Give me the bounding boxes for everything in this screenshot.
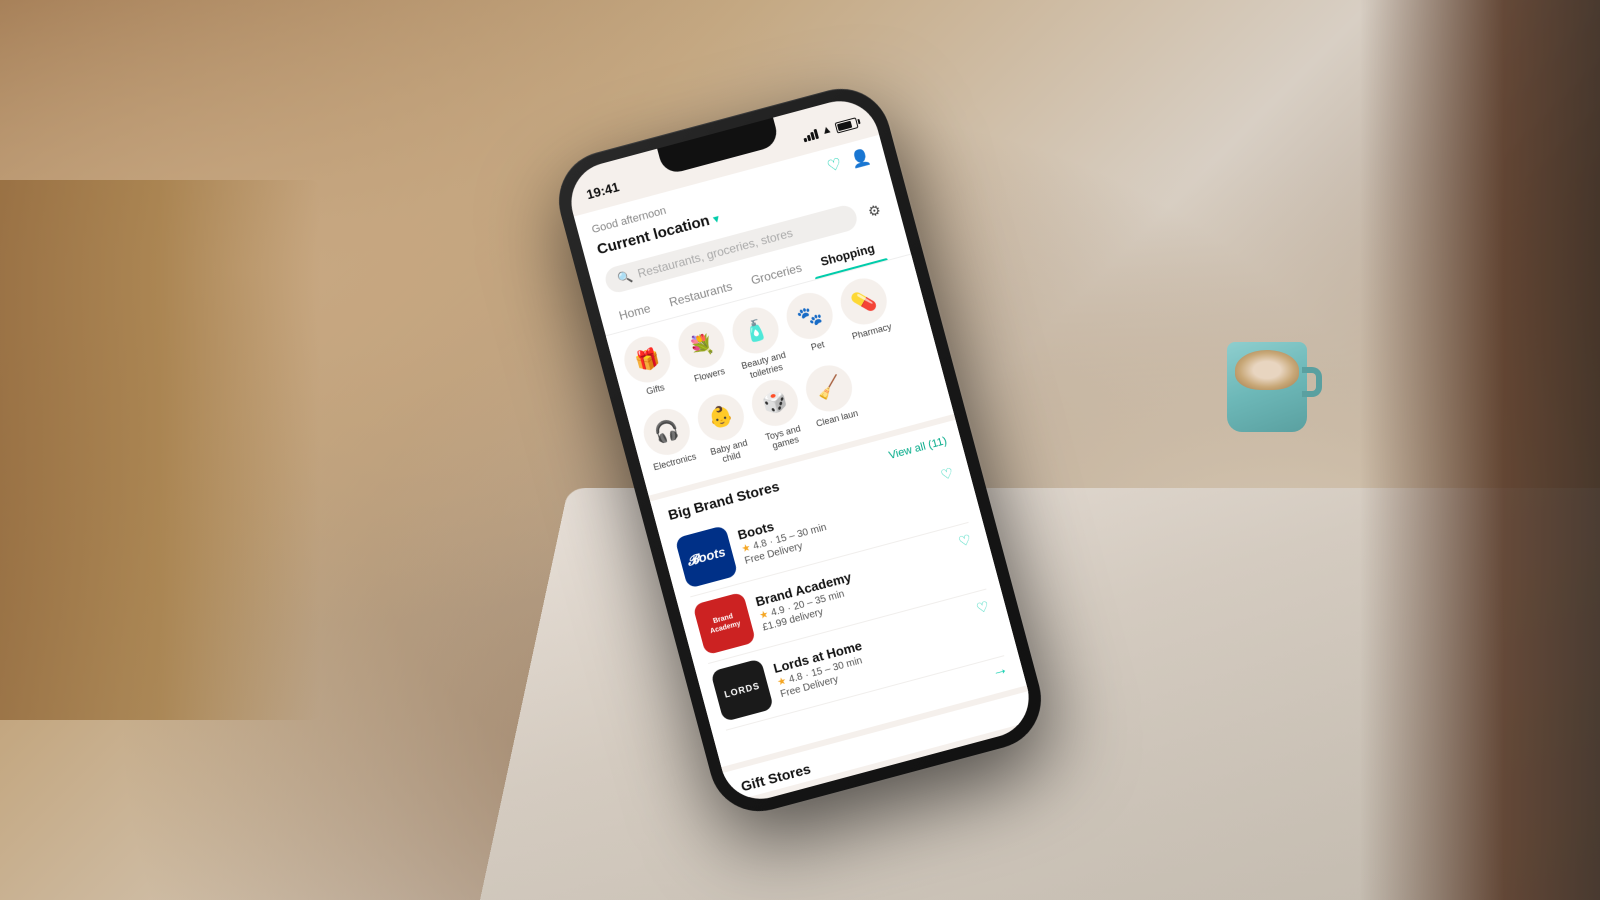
baby-icon: 👶 xyxy=(693,389,749,445)
search-icon: 🔍 xyxy=(616,269,634,286)
arrow-right-icon: → xyxy=(990,660,1010,682)
electronics-icon: 🎧 xyxy=(638,403,694,459)
boots-logo-text: 𝓑oots xyxy=(686,544,728,570)
signal-icon xyxy=(802,127,820,142)
status-time: 19:41 xyxy=(585,179,621,202)
brand-academy-logo-text: BrandAcademy xyxy=(707,611,742,637)
gifts-label: Gifts xyxy=(645,382,666,397)
cleaning-icon: 🧹 xyxy=(801,360,857,416)
beauty-icon: 🧴 xyxy=(727,302,783,358)
boots-logo: 𝓑oots xyxy=(675,525,739,589)
battery-icon xyxy=(834,117,858,133)
toys-label: Toys and games xyxy=(756,421,812,455)
coffee-cup xyxy=(1222,342,1312,452)
status-icons: ▲ xyxy=(802,116,859,142)
boots-separator: · xyxy=(768,536,774,547)
location-chevron-icon: ▾ xyxy=(711,211,720,226)
toys-icon: 🎲 xyxy=(747,374,803,430)
brand-academy-logo: BrandAcademy xyxy=(693,592,757,656)
favorites-icon[interactable]: ♡ xyxy=(825,154,844,177)
pet-label: Pet xyxy=(810,339,826,353)
cleaning-label: Clean laun xyxy=(815,408,859,430)
gift-stores-title: Gift Stores xyxy=(739,761,812,795)
wifi-icon: ▲ xyxy=(820,123,834,137)
profile-icon[interactable]: 👤 xyxy=(848,146,872,170)
lords-logo: LORDS xyxy=(710,658,774,722)
pharmacy-icon: 💊 xyxy=(836,273,892,329)
lords-logo-text: LORDS xyxy=(723,681,761,700)
filter-icon[interactable]: ⚙ xyxy=(861,196,887,225)
wall-right xyxy=(1360,0,1600,900)
electronics-label: Electronics xyxy=(652,451,697,473)
chair-left xyxy=(0,180,320,720)
gifts-icon: 🎁 xyxy=(619,331,675,387)
pharmacy-label: Pharmacy xyxy=(851,321,893,342)
view-all-link[interactable]: View all (11) xyxy=(888,435,949,462)
pet-icon: 🐾 xyxy=(781,288,837,344)
flowers-icon: 💐 xyxy=(673,317,729,373)
baby-label: Baby and child xyxy=(702,435,758,469)
flowers-label: Flowers xyxy=(693,366,726,385)
